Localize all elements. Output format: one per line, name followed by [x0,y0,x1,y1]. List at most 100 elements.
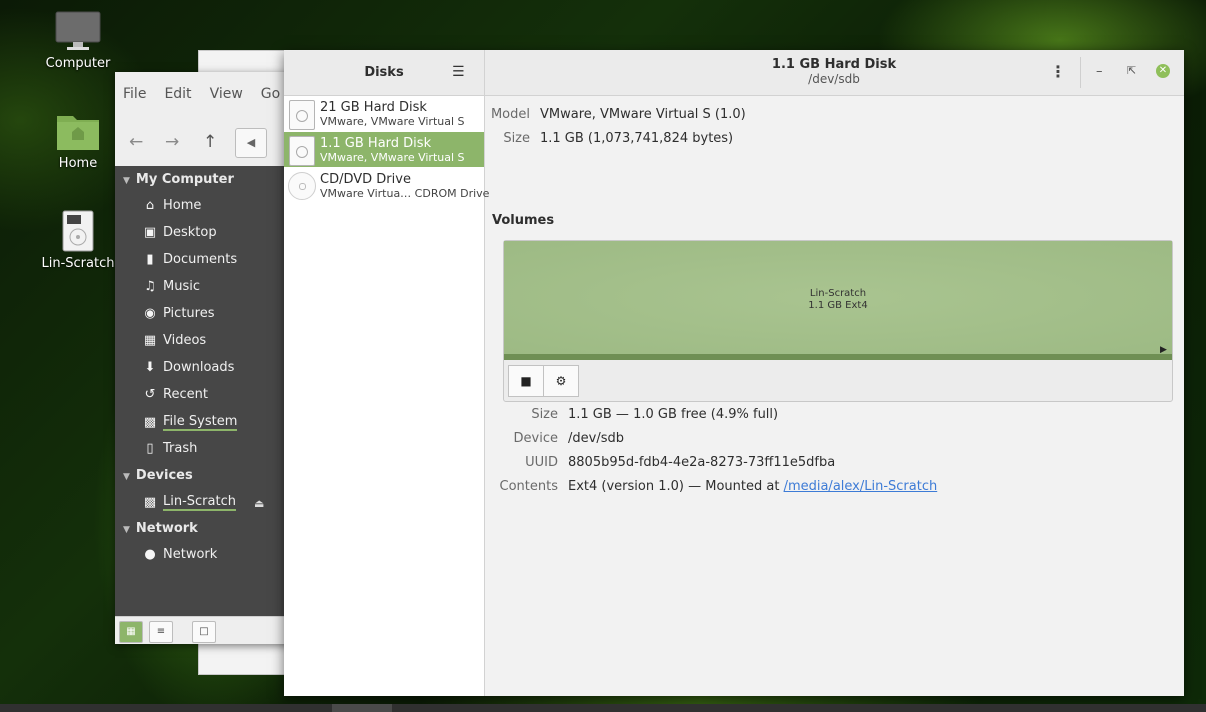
sidebar-toggle-button[interactable]: □ [192,621,216,643]
window-subtitle: /dev/sdb [808,72,860,86]
uuid-value: 8805b95d-fdb4-4e2a-8273-73ff11e5dfba [568,455,836,470]
music-icon: ♫ [144,279,156,294]
disk-model: VMware, VMware Virtual S [320,115,465,128]
sidebar-item-recent[interactable]: ↺ Recent [142,387,208,402]
trash-icon: ▯ [146,441,154,456]
sidebar-item-label: Home [163,198,202,213]
sidebar-item-lin-scratch[interactable]: ▩ Lin-Scratch [142,494,236,511]
up-arrow-icon[interactable]: ↑ [203,132,217,152]
minimize-icon[interactable]: – [1096,64,1103,79]
section-label: Network [135,521,198,536]
hamburger-menu-icon[interactable]: ☰ [452,64,465,80]
tree-toggle-button[interactable]: ≡ [149,621,173,643]
window-title: 1.1 GB Hard Disk [771,57,897,72]
forward-arrow-icon[interactable]: → [165,132,179,152]
drive-icon [62,210,94,252]
sidebar-item-pictures[interactable]: ◉ Pictures [142,306,214,321]
disk-name: 1.1 GB Hard Disk [320,136,432,151]
vol-size-value: 1.1 GB — 1.0 GB free (4.9% full) [568,407,779,422]
section-devices[interactable]: ▼ Devices [123,468,193,483]
taskbar [0,704,1206,712]
disk-name: CD/DVD Drive [320,172,411,187]
places-toggle-button[interactable]: ▦ [119,621,143,643]
hard-disk-icon [289,100,315,130]
section-my-computer[interactable]: ▼ My Computer [123,172,234,187]
sidebar-item-label: Desktop [163,225,217,240]
sidebar-item-documents[interactable]: ▮ Documents [142,252,237,267]
sidebar-item-downloads[interactable]: ⬇ Downloads [142,360,235,375]
partition-block[interactable]: Lin-Scratch 1.1 GB Ext4 ▶ [504,241,1172,355]
sidebar-item-label: Trash [163,441,198,456]
size-label: Size [503,131,530,146]
device-label: Device [513,431,558,446]
contents-prefix: Ext4 (version 1.0) — Mounted at [568,479,784,494]
uuid-label: UUID [525,455,558,470]
eject-icon[interactable]: ⏏ [254,497,264,510]
desktop-label: Computer [45,56,111,71]
sidebar-item-trash[interactable]: ▯ Trash [142,441,197,456]
contents-value: Ext4 (version 1.0) — Mounted at /media/a… [568,479,937,494]
disk-item-cdrom[interactable]: CD/DVD Drive VMware Virtua… CDROM Drive [284,168,489,203]
kebab-menu-icon[interactable]: ⋮ [1050,62,1066,81]
document-icon: ▮ [146,252,154,267]
desktop-icon-computer[interactable]: Computer [38,10,118,71]
path-toggle-button[interactable]: ◀ [235,128,267,158]
hard-disk-icon [289,136,315,166]
desktop-icon: ▣ [143,225,157,240]
drive-icon: ▩ [143,495,157,510]
header-separator [1080,57,1081,88]
header-bar: Disks ☰ 1.1 GB Hard Disk /dev/sdb ⋮ – ⇱ … [284,50,1184,96]
back-arrow-icon[interactable]: ← [129,132,143,152]
section-label: Devices [135,468,193,483]
vol-size-label: Size [531,407,558,422]
disk-item-21gb[interactable]: 21 GB Hard Disk VMware, VMware Virtual S [284,96,484,131]
disk-model: VMware, VMware Virtual S [320,151,465,164]
sidebar-item-videos[interactable]: ▦ Videos [142,333,206,348]
device-value: /dev/sdb [568,431,624,446]
desktop-icon-home[interactable]: Home [38,110,118,171]
partition-desc: 1.1 GB Ext4 [808,300,868,311]
maximize-icon[interactable]: ⇱ [1127,64,1136,77]
header-left: Disks ☰ [284,50,485,95]
volume-map: Lin-Scratch 1.1 GB Ext4 ▶ ■ ⚙ [503,240,1173,402]
gears-icon[interactable]: ⚙ [543,365,579,397]
contents-label: Contents [499,479,558,494]
sidebar-item-label: Lin-Scratch [163,494,236,511]
partition-name: Lin-Scratch [809,288,867,299]
sidebar-item-label: File System [163,414,238,431]
menu-go[interactable]: Go [261,86,280,102]
disk-model: VMware Virtua… CDROM Drive [320,187,490,200]
volumes-heading: Volumes [492,213,555,228]
sidebar-item-desktop[interactable]: ▣ Desktop [142,225,217,240]
section-label: My Computer [135,172,234,187]
sidebar-item-music[interactable]: ♫ Music [142,279,200,294]
history-icon: ↺ [144,387,156,402]
desktop-label: Home [58,156,98,171]
home-folder-icon [57,116,99,150]
sidebar-item-label: Recent [163,387,208,402]
taskbar-item[interactable] [332,704,392,712]
sidebar-item-file-system[interactable]: ▩ File System [142,414,238,431]
mount-point-link[interactable]: /media/alex/Lin-Scratch [784,479,938,494]
size-value: 1.1 GB (1,073,741,824 bytes) [540,131,734,146]
disk-item-1gb[interactable]: 1.1 GB Hard Disk VMware, VMware Virtual … [284,132,484,167]
sidebar-item-home[interactable]: ⌂ Home [142,198,202,213]
disk-name: 21 GB Hard Disk [320,100,427,115]
desktop-label: Lin-Scratch [41,256,115,271]
disk-list: 21 GB Hard Disk VMware, VMware Virtual S… [284,96,489,696]
sidebar-item-network[interactable]: ● Network [142,547,217,562]
close-icon[interactable]: ✕ [1156,64,1170,78]
section-network[interactable]: ▼ Network [123,521,198,536]
disks-window: Disks ☰ 1.1 GB Hard Disk /dev/sdb ⋮ – ⇱ … [284,50,1184,696]
sidebar-item-label: Pictures [163,306,215,321]
sidebar-item-label: Downloads [163,360,235,375]
desktop-icon-lin-scratch[interactable]: Lin-Scratch [38,210,118,271]
model-value: VMware, VMware Virtual S (1.0) [540,107,746,122]
camera-icon: ◉ [144,306,156,321]
menu-view[interactable]: View [210,86,243,102]
menu-edit[interactable]: Edit [164,86,191,102]
model-label: Model [490,107,530,122]
menu-file[interactable]: File [123,86,146,102]
stop-icon[interactable]: ■ [508,365,544,397]
computer-icon [55,11,101,50]
